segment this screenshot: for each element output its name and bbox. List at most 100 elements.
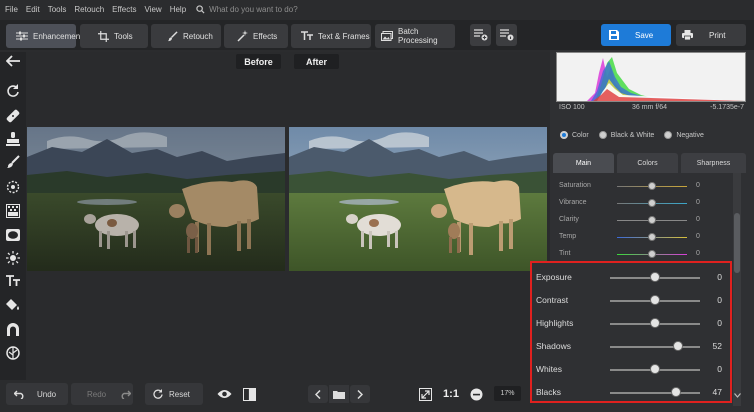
vibrance-slider[interactable]: Vibrance 0 (556, 196, 732, 210)
light-tool[interactable] (4, 249, 22, 267)
exposure-knob[interactable] (650, 272, 660, 282)
tab-sharpness[interactable]: Sharpness (681, 153, 746, 173)
next-image-button[interactable] (350, 385, 370, 403)
contrast-knob[interactable] (650, 295, 660, 305)
tab-text-frames[interactable]: Text & Frames (291, 24, 371, 48)
contrast-slider[interactable]: Contrast 0 (534, 291, 730, 309)
blacks-knob[interactable] (671, 387, 682, 397)
zoom-actual-size[interactable]: 1:1 (441, 385, 461, 403)
shadows-slider[interactable]: Shadows 52 (534, 337, 730, 355)
color-mode-color[interactable]: Color (560, 131, 589, 139)
saturation-value: 0 (696, 182, 700, 189)
reset-button[interactable]: Reset (145, 383, 203, 405)
fit-to-screen-button[interactable] (416, 385, 434, 403)
undo-icon (14, 390, 24, 399)
brush-tool[interactable] (4, 153, 22, 171)
queue-info-button[interactable] (496, 24, 517, 46)
tab-main[interactable]: Main (553, 153, 614, 173)
saturation-slider[interactable]: Saturation 0 (556, 179, 732, 193)
gradient-icon (6, 204, 20, 218)
printer-icon (682, 30, 693, 40)
highlights-label: Highlights (536, 318, 574, 328)
rotate-tool[interactable] (4, 82, 22, 100)
highlights-knob[interactable] (650, 318, 660, 328)
highlights-slider[interactable]: Highlights 0 (534, 314, 730, 332)
tint-knob[interactable] (648, 250, 656, 258)
temp-knob[interactable] (648, 233, 656, 241)
whites-slider[interactable]: Whites 0 (534, 360, 730, 378)
menu-view[interactable]: View (144, 5, 161, 14)
vignette-icon (6, 229, 20, 241)
back-tool[interactable] (4, 52, 22, 70)
tab-effects[interactable]: Effects (224, 24, 288, 48)
menu-help[interactable]: Help (170, 5, 186, 14)
exposure-slider[interactable]: Exposure 0 (534, 268, 730, 286)
tab-enhancement-label: Enhancement (33, 31, 83, 41)
rotate-icon (7, 84, 19, 97)
reset-icon (153, 389, 163, 399)
lens-value: 36 mm f/64 (632, 104, 668, 111)
menu-edit[interactable]: Edit (26, 5, 40, 14)
panel-scrollbar[interactable] (733, 173, 741, 406)
shadows-knob[interactable] (673, 341, 684, 351)
gradient-tool[interactable] (4, 202, 22, 220)
iso-value: ISO 100 (559, 104, 585, 111)
menu-retouch[interactable]: Retouch (74, 5, 104, 14)
tab-batch-processing[interactable]: Batch Processing (375, 24, 455, 48)
clarity-label: Clarity (559, 216, 579, 223)
blacks-label: Blacks (536, 387, 562, 397)
chevron-left-icon (315, 389, 321, 399)
contrast-label: Contrast (536, 295, 569, 305)
compare-button[interactable] (240, 385, 258, 403)
vignette-tool[interactable] (4, 226, 22, 244)
menu-file[interactable]: File (5, 5, 18, 14)
undo-button[interactable]: Undo (6, 383, 68, 405)
tab-colors[interactable]: Colors (617, 153, 678, 173)
perspective-tool[interactable] (4, 320, 22, 338)
menu-bar: File Edit Tools Retouch Effects View Hel… (0, 0, 754, 18)
clarity-slider[interactable]: Clarity 0 (556, 213, 732, 227)
tab-text-frames-label: Text & Frames (318, 31, 370, 41)
text-icon (301, 31, 313, 40)
temp-value: 0 (696, 233, 700, 240)
bandage-icon (6, 109, 20, 123)
radial-tool[interactable] (4, 178, 22, 196)
sliders-icon (16, 31, 28, 41)
tint-slider[interactable]: Tint 0 (556, 247, 732, 261)
scroll-down-arrow[interactable] (734, 391, 741, 400)
clarity-knob[interactable] (648, 216, 656, 224)
vibrance-knob[interactable] (648, 199, 656, 207)
prev-image-button[interactable] (308, 385, 328, 403)
blacks-slider[interactable]: Blacks 47 (534, 383, 730, 401)
menu-tools[interactable]: Tools (48, 5, 67, 14)
open-folder-button[interactable] (329, 385, 349, 403)
print-button[interactable]: Print (676, 24, 746, 46)
add-to-queue-button[interactable] (470, 24, 491, 46)
save-button[interactable]: Save (601, 24, 671, 46)
text-tool[interactable] (4, 272, 22, 290)
saturation-knob[interactable] (648, 182, 656, 190)
fill-tool[interactable] (4, 296, 22, 314)
menu-search[interactable]: What do you want to do? (196, 5, 298, 14)
temp-slider[interactable]: Temp 0 (556, 230, 732, 244)
redo-button[interactable]: Redo (71, 383, 133, 405)
text-t-icon (6, 275, 20, 286)
color-mode-negative[interactable]: Negative (664, 131, 704, 139)
tab-enhancement[interactable]: Enhancement (6, 24, 82, 48)
before-label: Before (236, 54, 281, 69)
shape-tool[interactable] (4, 344, 22, 362)
scrollbar-thumb[interactable] (734, 213, 740, 273)
menu-effects[interactable]: Effects (112, 5, 136, 14)
redo-label: Redo (87, 389, 107, 399)
vibrance-value: 0 (696, 199, 700, 206)
heal-tool[interactable] (4, 107, 22, 125)
vibrance-label: Vibrance (559, 199, 587, 206)
color-mode-bw[interactable]: Black & White (598, 131, 654, 139)
tab-tools[interactable]: Tools (80, 24, 148, 48)
zoom-level[interactable]: 17% (494, 386, 521, 401)
zoom-out-button[interactable] (467, 385, 485, 403)
tab-retouch[interactable]: Retouch (151, 24, 221, 48)
preview-toggle[interactable] (215, 385, 233, 403)
clone-stamp-tool[interactable] (4, 130, 22, 148)
whites-knob[interactable] (650, 364, 660, 374)
